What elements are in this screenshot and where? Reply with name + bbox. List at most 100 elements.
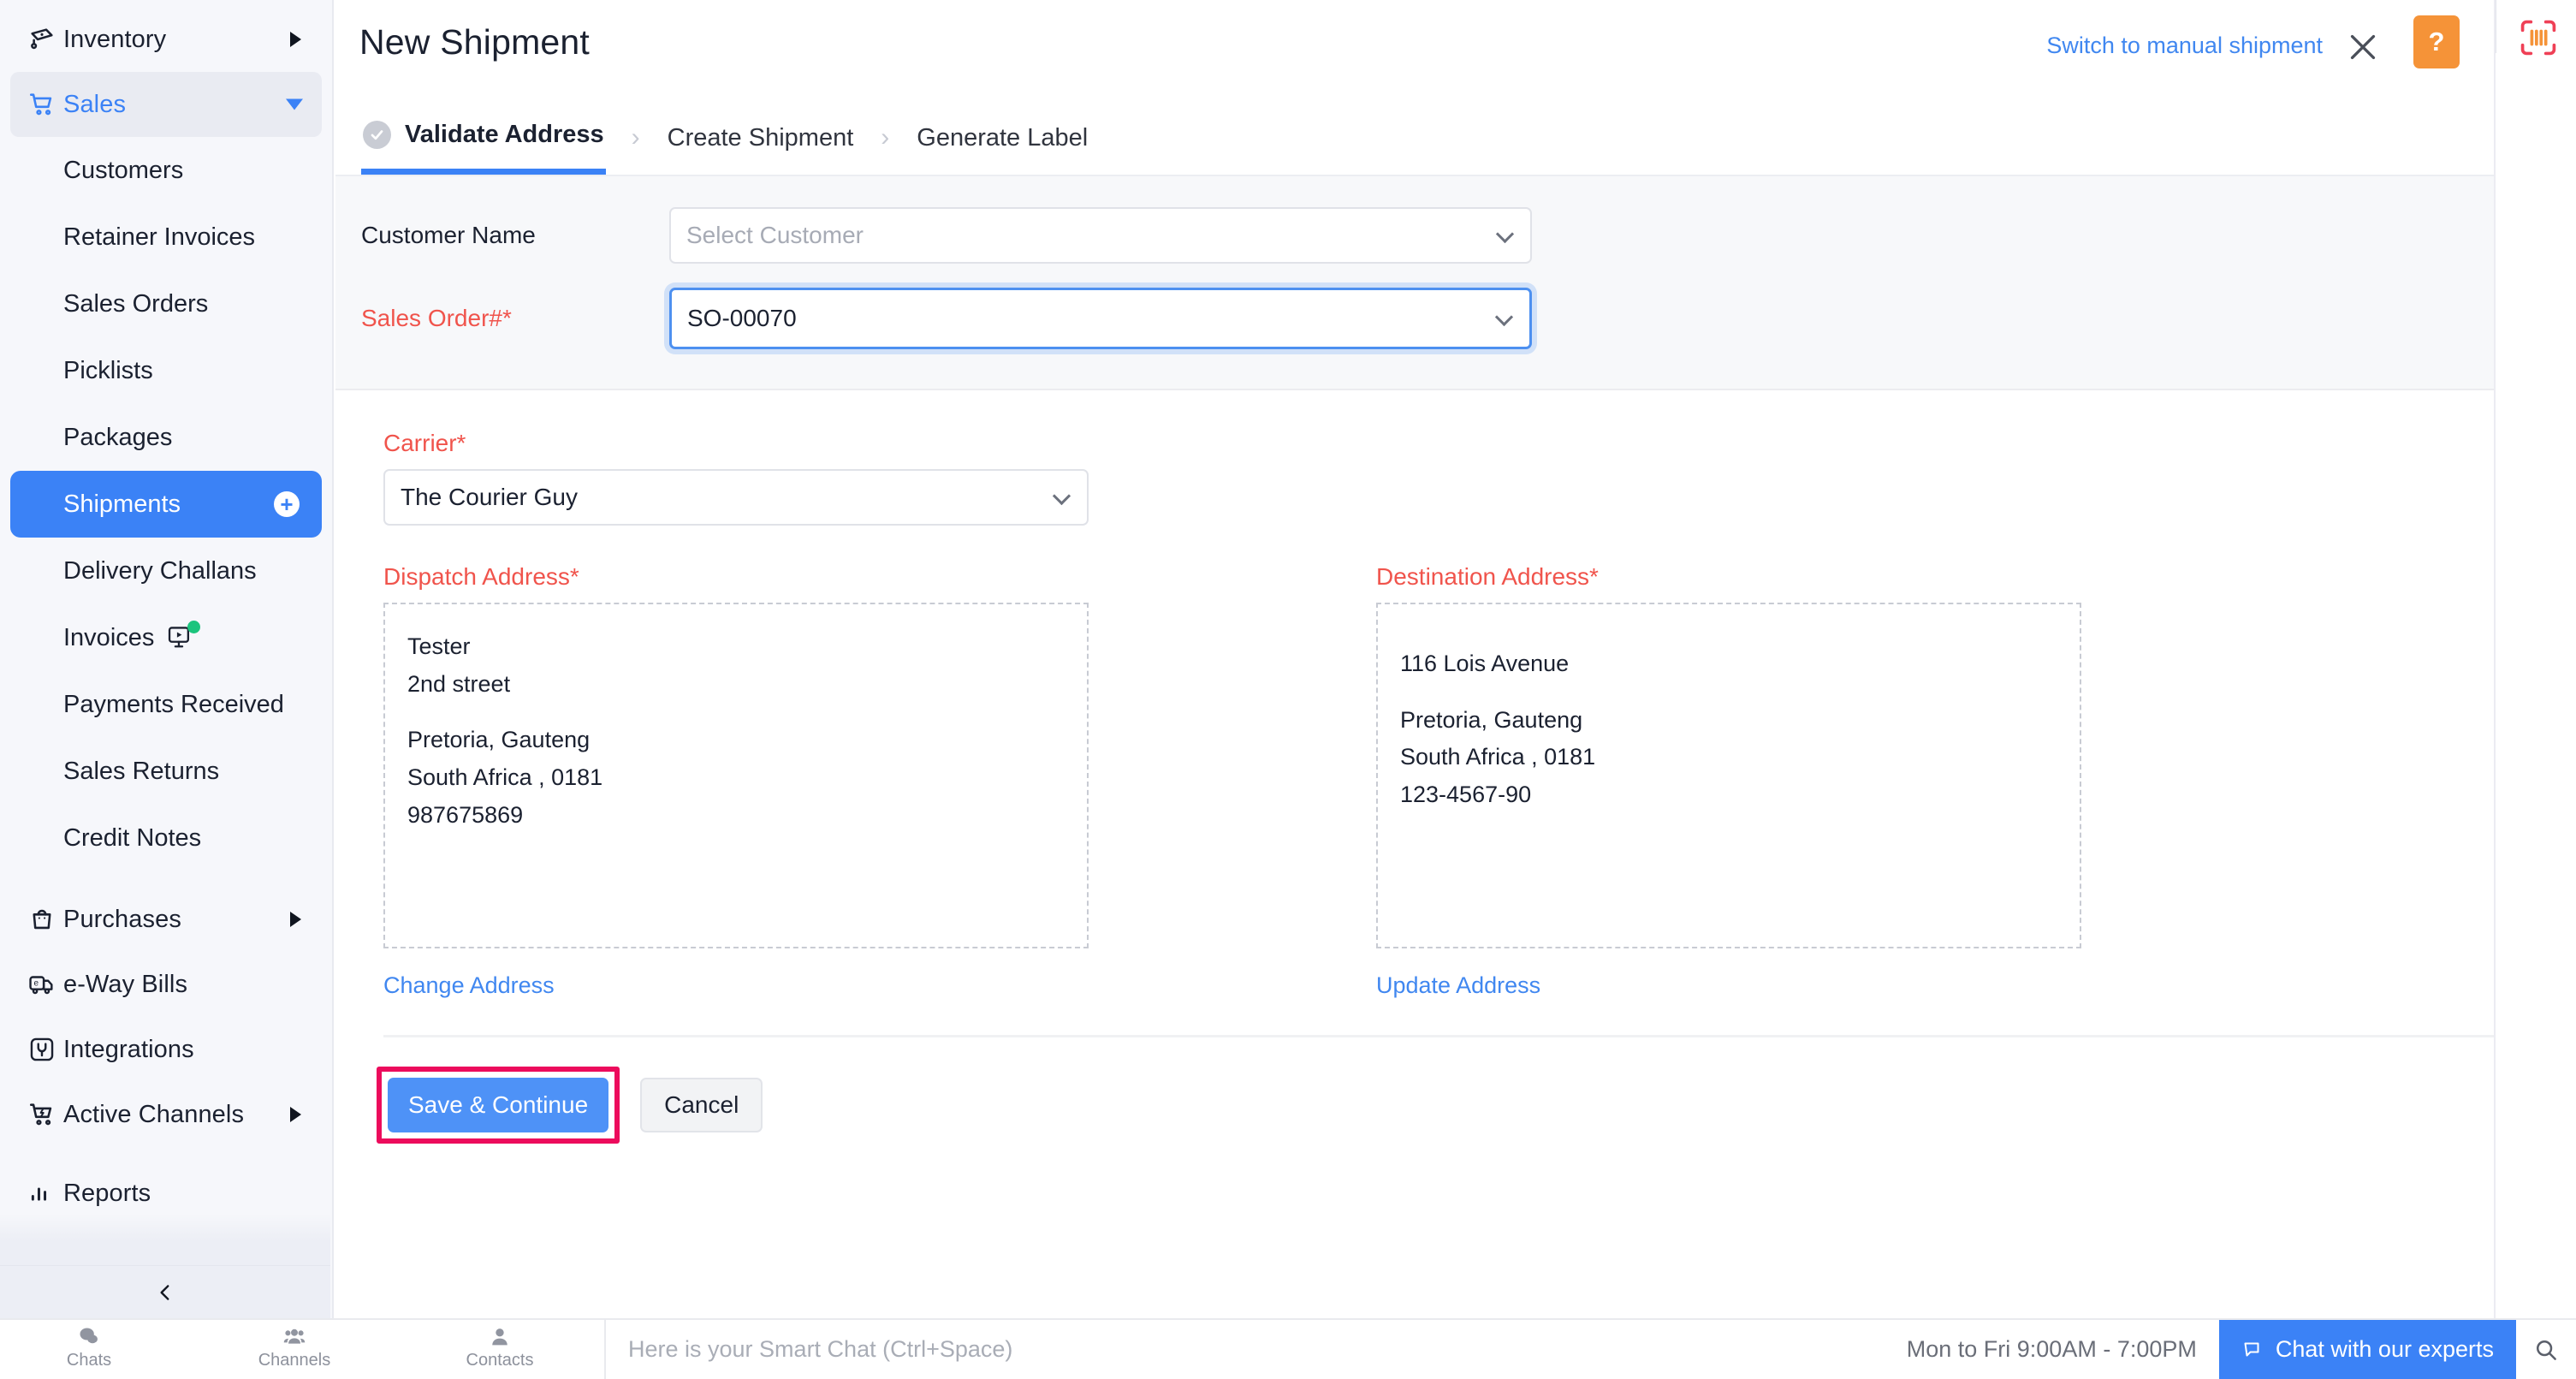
- help-button[interactable]: ?: [2413, 15, 2460, 68]
- save-and-continue-button[interactable]: Save & Continue: [388, 1078, 609, 1132]
- sidebar-item-label: Picklists: [63, 356, 153, 384]
- search-icon: [2536, 1340, 2556, 1360]
- video-badge-icon[interactable]: [166, 621, 201, 651]
- address-line: Pretoria, Gauteng: [1400, 706, 1583, 733]
- step-validate-address[interactable]: Validate Address: [361, 101, 606, 175]
- sidebar-item-shipments[interactable]: Shipments +: [10, 471, 322, 538]
- step-separator-icon: ›: [881, 123, 890, 152]
- taskbar-search-button[interactable]: [2516, 1320, 2576, 1379]
- section-divider: [383, 1035, 2494, 1037]
- plug-icon: [27, 1035, 63, 1064]
- customer-name-label: Customer Name: [361, 222, 536, 248]
- barcode-scan-button[interactable]: [2516, 15, 2561, 60]
- chat-with-experts-button[interactable]: Chat with our experts: [2218, 1320, 2516, 1379]
- sales-order-row: Sales Order#* SO-00070: [361, 288, 2494, 349]
- sidebar-item-packages[interactable]: Packages: [10, 404, 322, 471]
- action-buttons: Save & Continue Cancel: [377, 1067, 2494, 1144]
- sidebar-item-integrations[interactable]: Integrations: [10, 1017, 322, 1082]
- sidebar-item-sales[interactable]: Sales: [10, 72, 322, 137]
- chevron-right-icon: [290, 1107, 301, 1122]
- customer-name-select[interactable]: Select Customer: [669, 207, 1532, 264]
- step-label: Generate Label: [917, 123, 1089, 152]
- sidebar-collapse-button[interactable]: [0, 1265, 330, 1318]
- switch-to-manual-shipment-link[interactable]: Switch to manual shipment: [2046, 33, 2323, 59]
- carrier-label: Carrier*: [383, 430, 466, 456]
- sidebar-item-credit-notes[interactable]: Credit Notes: [10, 805, 322, 871]
- page-title: New Shipment: [359, 22, 591, 62]
- chat-with-experts-label: Chat with our experts: [2275, 1336, 2494, 1362]
- sidebar-item-delivery-challans[interactable]: Delivery Challans: [10, 538, 322, 604]
- sidebar-item-payments-received[interactable]: Payments Received: [10, 671, 322, 738]
- carrier-select[interactable]: The Courier Guy: [383, 469, 1089, 526]
- close-button[interactable]: [2343, 27, 2383, 67]
- sidebar-item-eway-bills[interactable]: e e-Way Bills: [10, 952, 322, 1017]
- sidebar-item-purchases[interactable]: Purchases: [10, 887, 322, 952]
- app-root: Inventory Sales Customers Retainer Invoi…: [0, 0, 2576, 1379]
- channel-cart-icon: [27, 1100, 63, 1129]
- sidebar-item-inventory[interactable]: Inventory: [10, 7, 322, 72]
- add-shipment-icon[interactable]: +: [274, 491, 300, 517]
- address-line: South Africa , 0181: [1400, 744, 1596, 770]
- sidebar-item-active-channels[interactable]: Active Channels: [10, 1082, 322, 1147]
- change-address-link[interactable]: Change Address: [383, 972, 555, 999]
- customer-name-value: Select Customer: [686, 222, 864, 248]
- sidebar-item-reports[interactable]: Reports: [10, 1161, 322, 1226]
- smart-chat-placeholder: Here is your Smart Chat (Ctrl+Space): [628, 1336, 1013, 1362]
- dispatch-address-block: Dispatch Address* Tester 2nd street Pret…: [383, 563, 1089, 999]
- sidebar-item-label: Reports: [63, 1179, 151, 1207]
- address-gap: [1400, 683, 2057, 702]
- barcode-scan-icon: [2520, 20, 2556, 56]
- sidebar-nav-list: Inventory Sales Customers Retainer Invoi…: [0, 0, 332, 1226]
- step-separator-icon: ›: [631, 123, 640, 152]
- taskbar-item-contacts[interactable]: Contacts: [448, 1320, 551, 1370]
- update-address-link[interactable]: Update Address: [1376, 972, 1540, 999]
- cancel-button[interactable]: Cancel: [640, 1078, 763, 1132]
- bag-icon: [27, 905, 63, 934]
- eway-truck-icon: e: [27, 970, 63, 999]
- close-icon: [2350, 34, 2376, 60]
- inventory-icon: [27, 25, 63, 54]
- chevron-down-icon: [1494, 307, 1514, 327]
- taskbar-item-channels[interactable]: Channels: [243, 1320, 346, 1370]
- sidebar-item-customers[interactable]: Customers: [10, 137, 322, 204]
- sidebar-item-label: Packages: [63, 423, 173, 451]
- address-line: 123-4567-90: [1400, 782, 1532, 808]
- check-icon: [363, 121, 391, 149]
- step-generate-label[interactable]: Generate Label: [915, 101, 1089, 175]
- sidebar-item-invoices[interactable]: Invoices: [10, 604, 322, 671]
- step-create-shipment[interactable]: Create Shipment: [666, 101, 856, 175]
- sidebar-item-picklists[interactable]: Picklists: [10, 337, 322, 404]
- sidebar-item-label: Customers: [63, 156, 184, 184]
- chevron-right-icon: [290, 912, 301, 927]
- sidebar-item-label: e-Way Bills: [63, 970, 188, 998]
- sidebar-item-label: Credit Notes: [63, 823, 202, 852]
- status-dot: [187, 621, 201, 633]
- sales-order-select[interactable]: SO-00070: [669, 288, 1532, 349]
- sidebar-item-label: Sales: [63, 90, 127, 118]
- address-line: Tester: [407, 633, 471, 659]
- taskbar-item-chats[interactable]: Chats: [38, 1320, 140, 1370]
- smart-chat-input[interactable]: Here is your Smart Chat (Ctrl+Space): [606, 1320, 1907, 1379]
- taskbar-item-label: Chats: [66, 1351, 112, 1370]
- address-line: 2nd street: [407, 670, 511, 697]
- address-columns: Dispatch Address* Tester 2nd street Pret…: [335, 563, 2494, 999]
- chevron-down-icon: [286, 98, 303, 110]
- step-label: Create Shipment: [667, 123, 854, 152]
- sidebar-item-label: Integrations: [63, 1035, 194, 1063]
- taskbar-item-label: Contacts: [466, 1351, 534, 1370]
- sidebar-item-retainer-invoices[interactable]: Retainer Invoices: [10, 204, 322, 270]
- svg-text:e: e: [34, 978, 39, 988]
- order-selection-section: Customer Name Select Customer Sales Orde…: [335, 176, 2494, 390]
- customer-name-row: Customer Name Select Customer: [361, 207, 2494, 264]
- destination-address-block: Destination Address* 116 Lois Avenue Pre…: [1376, 563, 2081, 999]
- sidebar-item-sales-returns[interactable]: Sales Returns: [10, 738, 322, 805]
- address-line: Pretoria, Gauteng: [407, 727, 591, 753]
- address-line: 987675869: [407, 801, 524, 828]
- carrier-value: The Courier Guy: [401, 484, 578, 510]
- dispatch-address-box: Tester 2nd street Pretoria, Gauteng Sout…: [383, 603, 1089, 948]
- sidebar-item-sales-orders[interactable]: Sales Orders: [10, 270, 322, 337]
- main-panel: New Shipment Switch to manual shipment ?…: [335, 0, 2496, 1318]
- taskbar: Chats Channels Contacts Here is your Sma…: [0, 1318, 2576, 1379]
- support-hours: Mon to Fri 9:00AM - 7:00PM: [1906, 1336, 2197, 1362]
- sidebar-item-label: Inventory: [63, 25, 167, 53]
